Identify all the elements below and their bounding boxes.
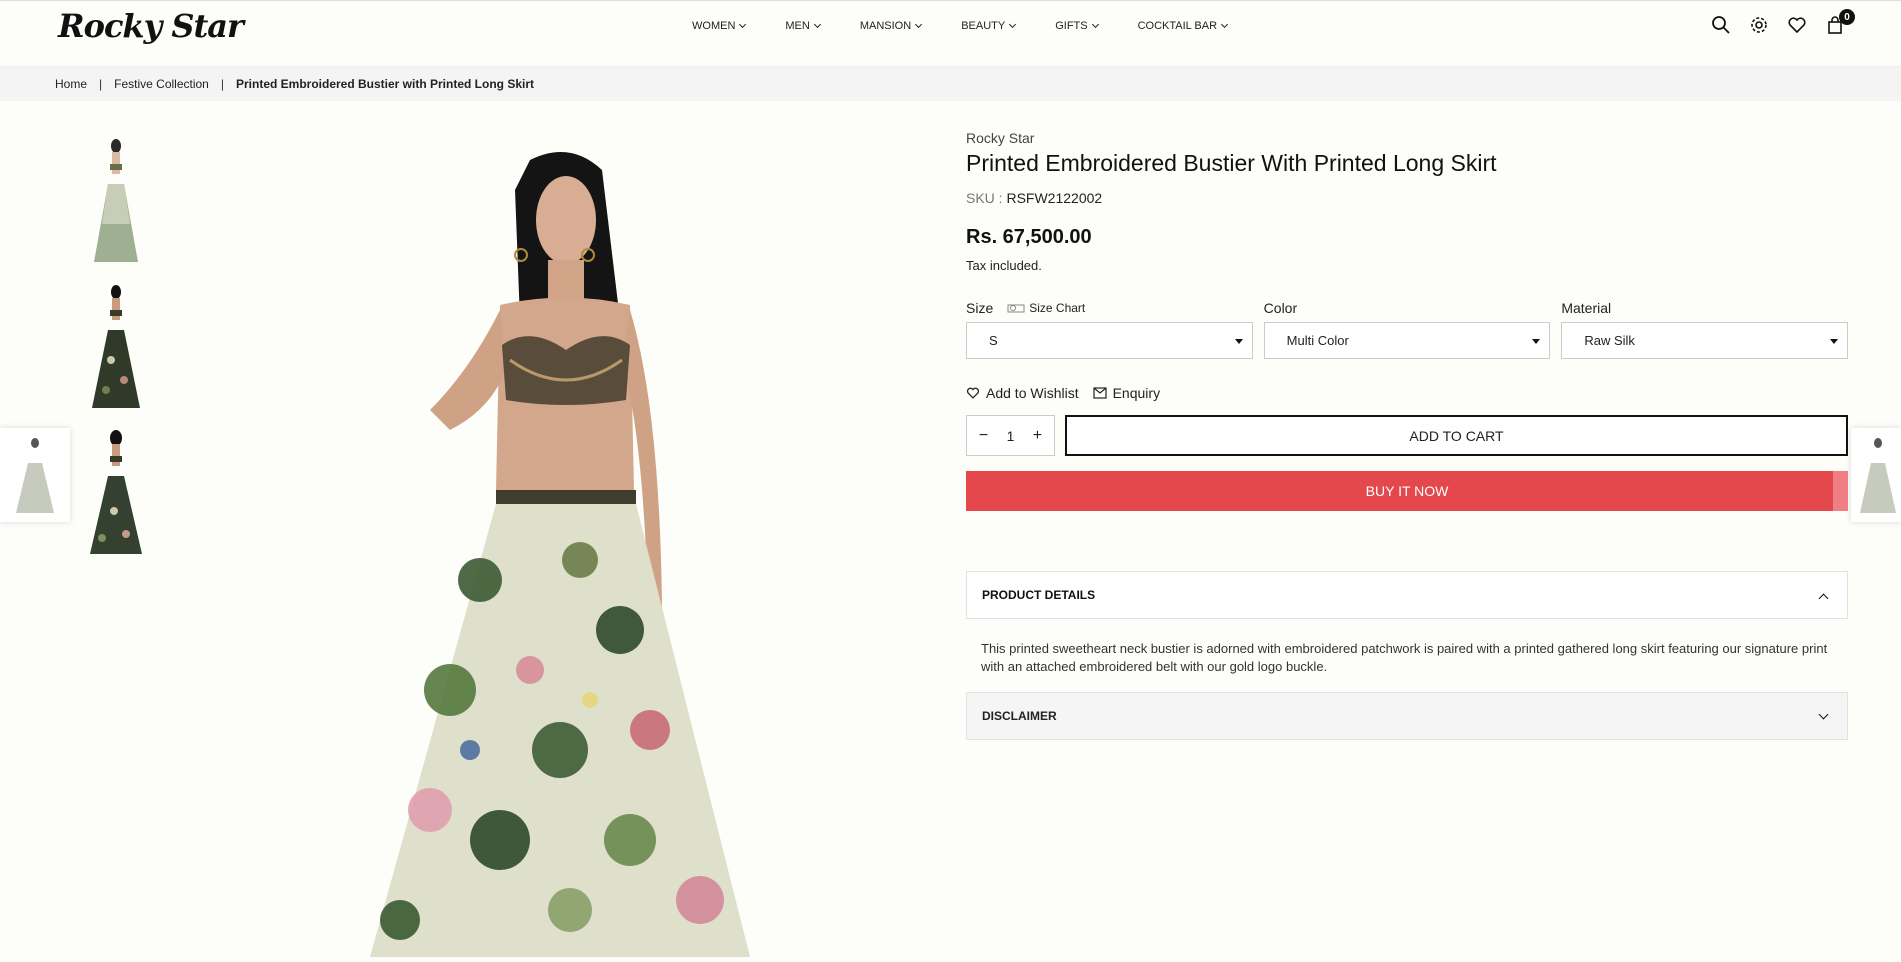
size-label: Size xyxy=(966,300,994,316)
nav-women[interactable]: WOMEN xyxy=(692,20,747,32)
nav-gifts[interactable]: GIFTS xyxy=(1055,20,1099,32)
wishlist-row: Add to Wishlist Enquiry xyxy=(966,385,1848,401)
quantity-input[interactable]: 1 xyxy=(1007,428,1015,444)
next-product-thumbnail[interactable] xyxy=(1851,428,1901,522)
chevron-down-icon xyxy=(1091,20,1099,29)
nav-cocktail-bar[interactable]: COCKTAIL BAR xyxy=(1137,20,1229,32)
product-vendor[interactable]: Rocky Star xyxy=(966,130,1848,146)
breadcrumb: Home | Festive Collection | Printed Embr… xyxy=(0,67,1901,101)
disclaimer-title: DISCLAIMER xyxy=(982,709,1057,723)
nav-beauty-label: BEAUTY xyxy=(961,20,1006,32)
product-details-title: PRODUCT DETAILS xyxy=(982,588,1096,602)
sku-label: SKU : xyxy=(966,190,1003,206)
search-icon[interactable] xyxy=(1711,15,1731,35)
product-description: This printed sweetheart neck bustier is … xyxy=(981,641,1828,674)
caret-down-icon xyxy=(1830,339,1839,344)
site-logo[interactable]: Rocky Star xyxy=(58,7,244,45)
product-thumbnail[interactable] xyxy=(82,278,150,410)
product-thumbnail[interactable] xyxy=(82,424,150,556)
cart-row: − 1 + ADD TO CART xyxy=(966,415,1848,456)
main-nav: WOMEN MEN MANSION BEAUTY GIFTS COCKTAIL … xyxy=(692,20,1267,32)
main-product-image[interactable] xyxy=(330,110,810,957)
header-icons: 0 xyxy=(1711,9,1855,35)
nav-cocktail-bar-label: COCKTAIL BAR xyxy=(1137,20,1218,32)
ruler-icon xyxy=(1007,304,1025,313)
size-option: Size Size Chart S xyxy=(966,300,1253,359)
color-select[interactable]: Multi Color xyxy=(1263,322,1551,359)
color-value: Multi Color xyxy=(1286,333,1349,348)
nav-mansion-label: MANSION xyxy=(859,20,912,32)
breadcrumb-separator: | xyxy=(99,77,103,91)
caret-down-icon xyxy=(1234,339,1243,344)
product-sku: SKU : RSFW2122002 xyxy=(966,190,1848,206)
nav-women-label: WOMEN xyxy=(692,20,736,32)
prev-product-thumbnail[interactable] xyxy=(0,428,70,522)
material-select[interactable]: Raw Silk xyxy=(1561,322,1849,359)
quantity-stepper: − 1 + xyxy=(966,415,1055,456)
product-title: Printed Embroidered Bustier With Printed… xyxy=(966,150,1497,176)
product-thumbnail[interactable] xyxy=(82,132,150,264)
site-header: Rocky Star WOMEN MEN MANSION BEAUTY GIFT… xyxy=(0,0,1901,67)
buy-it-now-button[interactable]: BUY IT NOW xyxy=(966,471,1848,511)
size-chart-label: Size Chart xyxy=(1029,301,1086,315)
gear-icon[interactable] xyxy=(1749,15,1769,35)
product-price: Rs. 67,500.00 xyxy=(966,226,1092,248)
chevron-down-icon xyxy=(1009,20,1017,29)
chevron-down-icon xyxy=(1221,20,1229,29)
color-label: Color xyxy=(1263,300,1298,316)
cart-count-badge: 0 xyxy=(1839,9,1855,25)
product-options: Size Size Chart S Color Multi Color Mate… xyxy=(966,300,1849,359)
chevron-up-icon xyxy=(1818,593,1829,604)
add-to-wishlist-button[interactable]: Add to Wishlist xyxy=(966,385,1079,401)
chevron-down-icon xyxy=(739,20,747,29)
material-label: Material xyxy=(1561,300,1612,316)
quantity-increase-button[interactable]: + xyxy=(1027,427,1047,445)
quantity-decrease-button[interactable]: − xyxy=(974,427,994,445)
nav-men-label: MEN xyxy=(785,20,810,32)
size-chart-link[interactable]: Size Chart xyxy=(1007,301,1085,315)
nav-men[interactable]: MEN xyxy=(785,20,821,32)
material-value: Raw Silk xyxy=(1584,333,1635,348)
size-select[interactable]: S xyxy=(966,322,1253,359)
thumbnail-gallery xyxy=(82,132,150,556)
material-option: Material Raw Silk xyxy=(1561,300,1849,359)
heart-icon[interactable] xyxy=(1787,15,1807,35)
wishlist-label: Add to Wishlist xyxy=(986,385,1079,401)
heart-icon xyxy=(966,387,980,399)
breadcrumb-home[interactable]: Home xyxy=(55,77,87,91)
chevron-down-icon xyxy=(813,20,821,29)
envelope-icon xyxy=(1092,387,1107,399)
chevron-down-icon xyxy=(915,20,923,29)
nav-mansion[interactable]: MANSION xyxy=(859,20,923,32)
color-option: Color Multi Color xyxy=(1263,300,1551,359)
chevron-down-icon xyxy=(1818,709,1829,720)
enquiry-label: Enquiry xyxy=(1112,385,1161,401)
breadcrumb-collection[interactable]: Festive Collection xyxy=(114,77,209,91)
nav-gifts-label: GIFTS xyxy=(1055,20,1088,32)
breadcrumb-separator: | xyxy=(220,77,224,91)
size-value: S xyxy=(989,333,998,348)
sku-value: RSFW2122002 xyxy=(1006,190,1103,206)
caret-down-icon xyxy=(1532,339,1541,344)
nav-beauty[interactable]: BEAUTY xyxy=(961,20,1017,32)
product-details-accordion[interactable]: PRODUCT DETAILS xyxy=(966,571,1848,619)
bag-icon[interactable]: 0 xyxy=(1825,9,1855,35)
tax-note: Tax included. xyxy=(966,258,1042,273)
disclaimer-accordion[interactable]: DISCLAIMER xyxy=(966,692,1848,740)
product-info: Rocky Star Printed Embroidered Bustier W… xyxy=(966,130,1849,740)
breadcrumb-current: Printed Embroidered Bustier with Printed… xyxy=(235,77,535,91)
add-to-cart-button[interactable]: ADD TO CART xyxy=(1065,415,1848,456)
enquiry-button[interactable]: Enquiry xyxy=(1092,385,1161,401)
